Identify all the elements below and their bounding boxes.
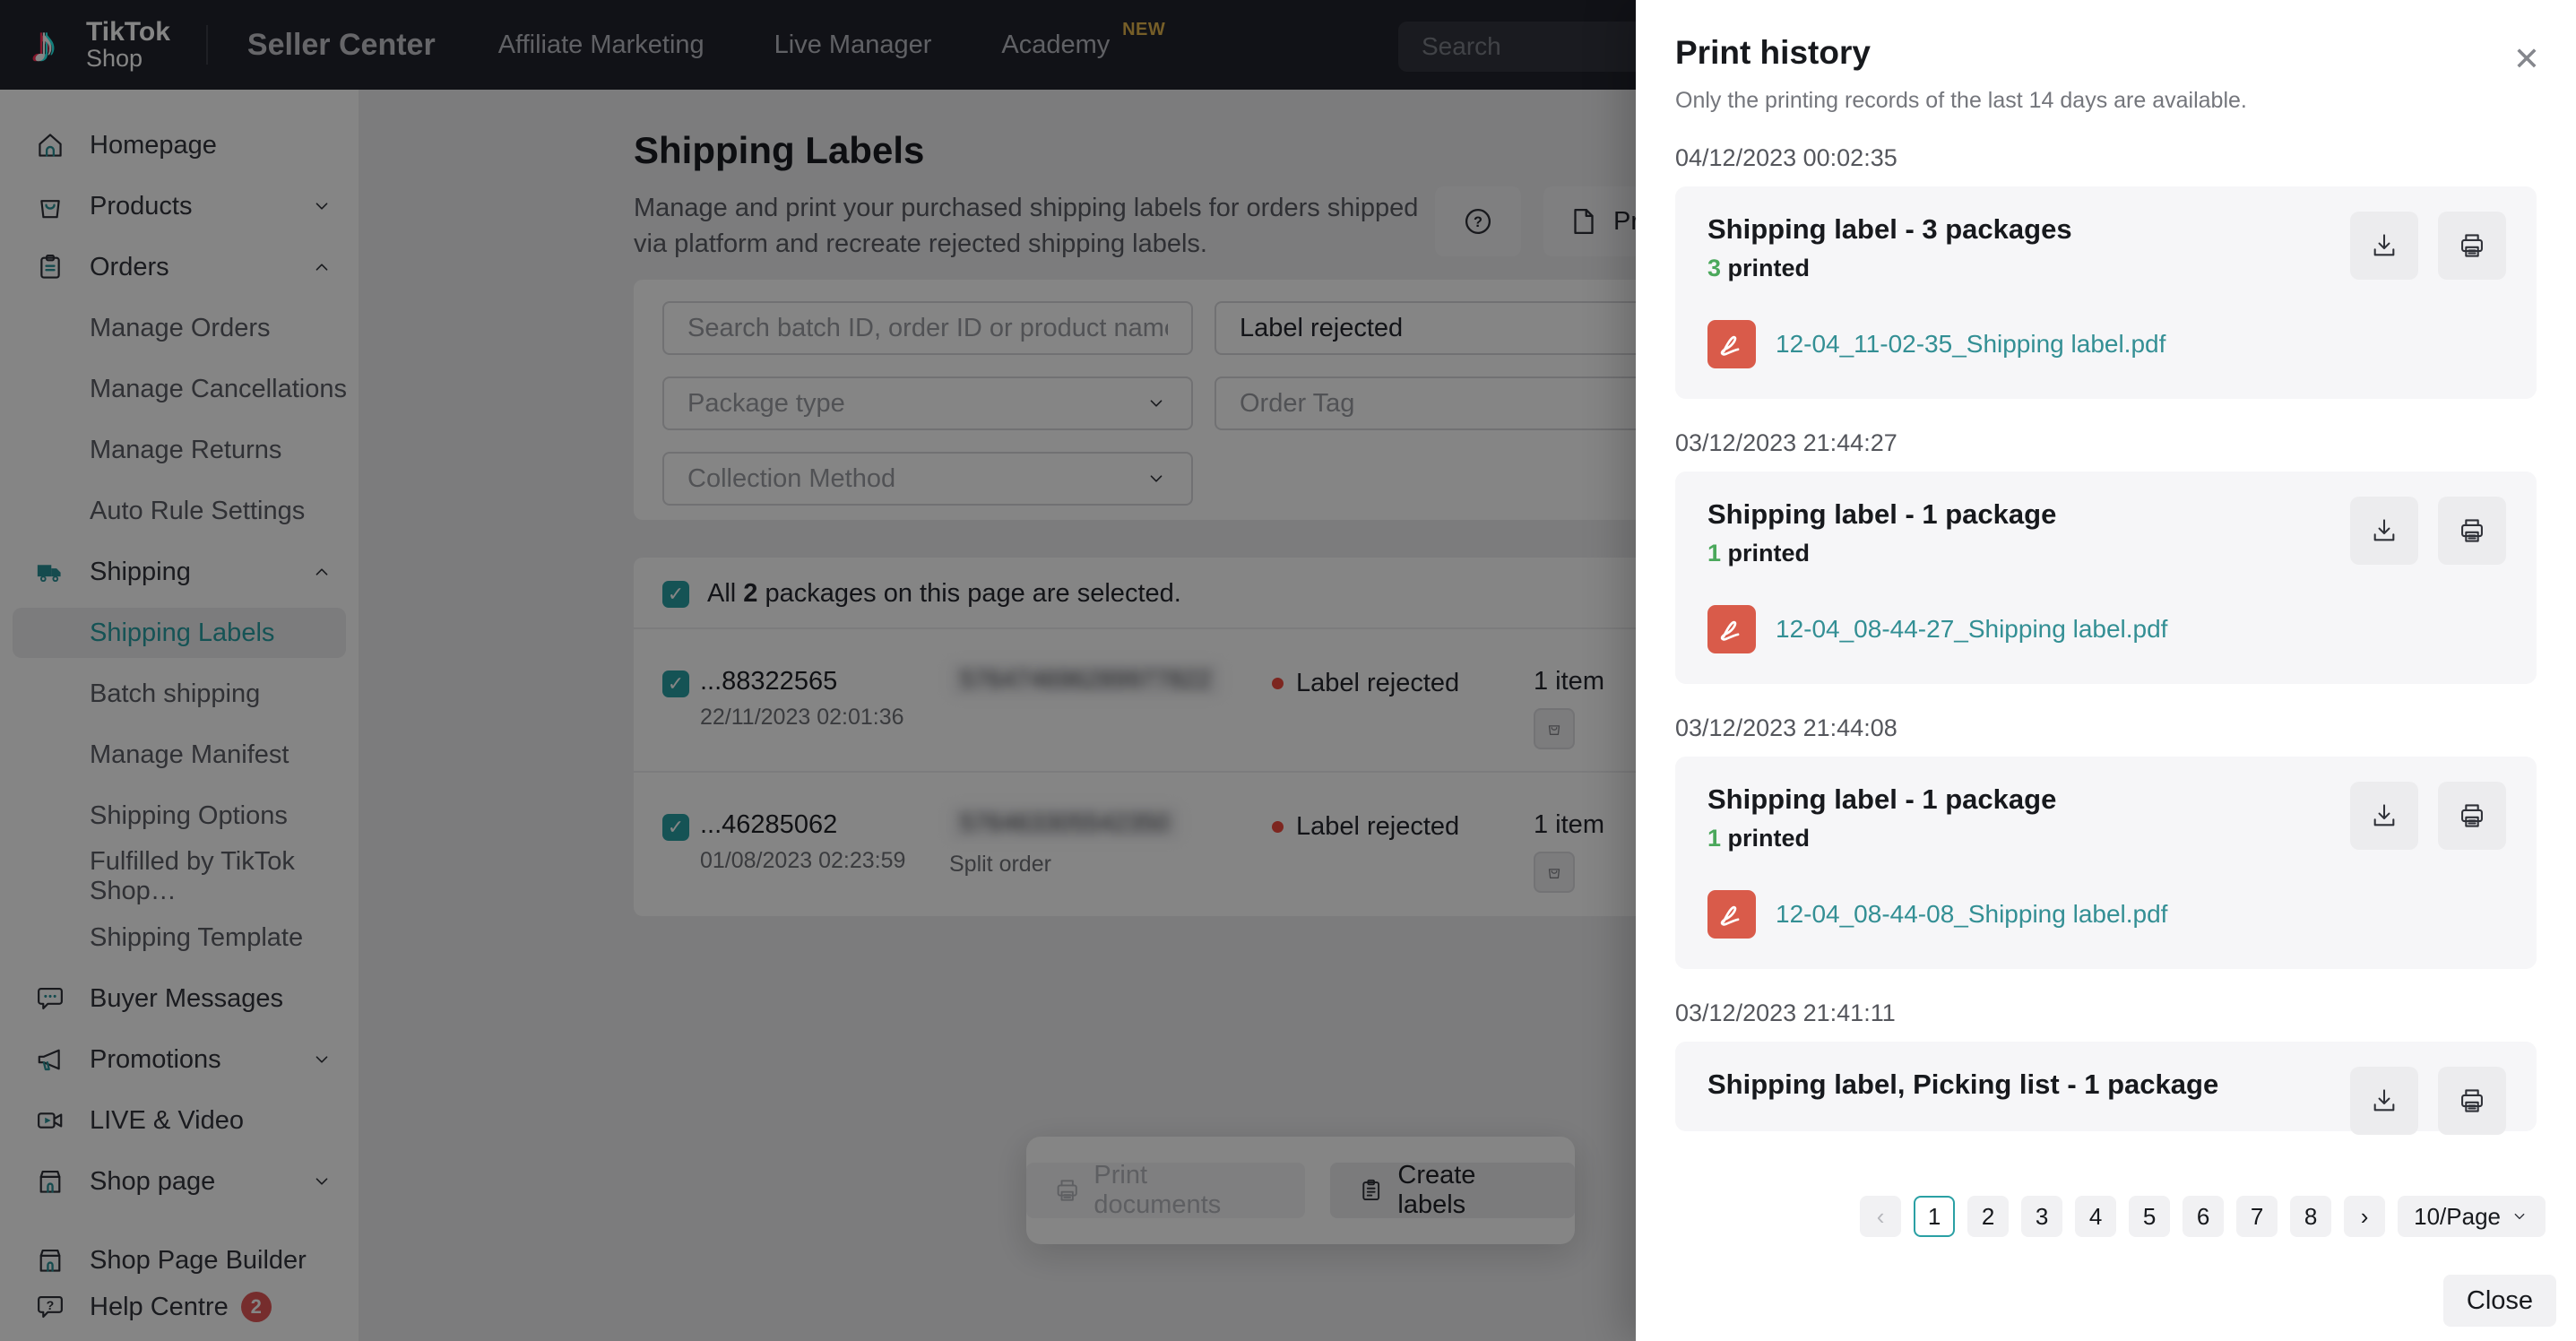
page-size-select[interactable]: 10/Page (2398, 1196, 2546, 1237)
print-history-entry: Shipping label - 3 packages 3 printed 12… (1675, 186, 2537, 399)
entry-timestamp: 03/12/2023 21:44:27 (1675, 429, 1897, 456)
page-button[interactable]: 8 (2290, 1196, 2332, 1237)
page-button[interactable]: 7 (2236, 1196, 2278, 1237)
pdf-file-link[interactable]: 12-04_08-44-08_Shipping label.pdf (1707, 890, 2504, 939)
download-button[interactable] (2350, 497, 2418, 565)
printer-icon (2461, 804, 2483, 827)
pdf-icon (1707, 605, 1756, 653)
download-button[interactable] (2350, 782, 2418, 850)
modal-backdrop[interactable] (0, 0, 1636, 1341)
page-button[interactable]: 1 (1914, 1196, 1956, 1237)
page-button[interactable]: 6 (2183, 1196, 2225, 1237)
printer-icon (2461, 1089, 2483, 1112)
pdf-file-link[interactable]: 12-04_11-02-35_Shipping label.pdf (1707, 320, 2504, 368)
entry-title: Shipping label - 3 packages (1707, 213, 2072, 245)
print-button[interactable] (2438, 782, 2506, 850)
pdf-file-link[interactable]: 12-04_08-44-27_Shipping label.pdf (1707, 605, 2504, 653)
print-history-entry: Shipping label, Picking list - 1 package (1675, 1042, 2537, 1135)
pdf-icon (1707, 890, 1756, 939)
download-icon (2373, 519, 2395, 541)
print-button[interactable] (2438, 212, 2506, 280)
close-button[interactable]: Close (2443, 1275, 2556, 1327)
next-page-button[interactable]: › (2344, 1196, 2386, 1237)
panel-subtitle: Only the printing records of the last 14… (1675, 88, 2247, 113)
page-button[interactable]: 4 (2075, 1196, 2117, 1237)
previous-page-button[interactable]: ‹ (1860, 1196, 1902, 1237)
panel-title: Print history (1675, 34, 1871, 71)
download-button[interactable] (2350, 212, 2418, 280)
page-button[interactable]: 3 (2021, 1196, 2063, 1237)
download-button[interactable] (2350, 1067, 2418, 1135)
page-button[interactable]: 2 (1967, 1196, 2010, 1237)
print-history-panel: ✕ Print history Only the printing record… (1636, 0, 2576, 1341)
entry-timestamp: 03/12/2023 21:44:08 (1675, 714, 1897, 741)
entry-title: Shipping label - 1 package (1707, 783, 2057, 815)
printer-icon (2461, 519, 2483, 542)
close-icon[interactable]: ✕ (2513, 43, 2540, 75)
print-button[interactable] (2438, 497, 2506, 565)
print-history-entry: Shipping label - 1 package 1 printed 12-… (1675, 472, 2537, 684)
download-icon (2373, 234, 2395, 256)
download-icon (2373, 804, 2395, 826)
panel-footer: ‹ 1 2 3 4 5 6 7 8 › 10/Page Close (1636, 1176, 2576, 1341)
page-button[interactable]: 5 (2129, 1196, 2171, 1237)
print-button[interactable] (2438, 1067, 2506, 1135)
print-history-entry: Shipping label - 1 package 1 printed 12-… (1675, 757, 2537, 969)
pdf-icon (1707, 320, 1756, 368)
download-icon (2373, 1089, 2395, 1112)
chevron-down-icon (2514, 1213, 2525, 1220)
pagination: ‹ 1 2 3 4 5 6 7 8 › 10/Page (1860, 1196, 2546, 1237)
entry-title: Shipping label, Picking list - 1 package (1707, 1068, 2219, 1100)
printer-icon (2461, 234, 2483, 257)
entry-timestamp: 03/12/2023 21:41:11 (1675, 999, 1896, 1026)
entry-title: Shipping label - 1 package (1707, 498, 2057, 530)
entry-timestamp: 04/12/2023 00:02:35 (1675, 144, 1897, 171)
